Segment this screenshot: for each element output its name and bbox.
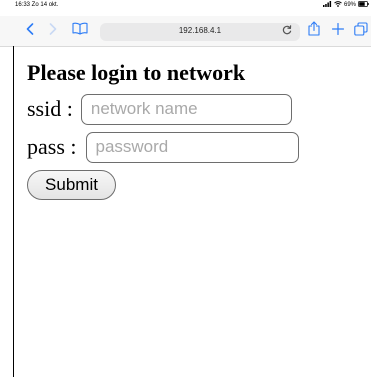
browser-toolbar: 192.168.4.1 [0,16,371,47]
tabs-icon [354,21,368,41]
new-tab-icon [331,22,345,40]
page-left-border [13,46,14,377]
ssid-label: ssid : [27,96,73,121]
battery-icon [358,1,369,9]
reload-button[interactable] [280,16,294,46]
wifi-icon [334,1,342,9]
reload-icon [282,22,292,40]
bookmarks-button[interactable] [70,16,90,46]
ssid-row: ssid : [27,92,367,126]
bookmarks-icon [72,22,88,40]
login-form: Please login to network ssid : pass : Su… [27,58,367,200]
ssid-input[interactable] [80,93,292,125]
new-tab-button[interactable] [330,16,346,46]
pass-row: pass : [27,130,367,164]
password-input[interactable] [85,131,299,163]
forward-icon [49,22,57,40]
page-heading: Please login to network [27,60,246,85]
status-time-date: 16:33 Zo 14 okt. [15,2,59,8]
status-indicators: 69% [322,1,369,9]
share-button[interactable] [306,16,322,46]
status-bar: 16:33 Zo 14 okt. 69% [0,0,371,16]
forward-button[interactable] [45,16,61,46]
signal-icon [322,1,332,9]
browser-window: 16:33 Zo 14 okt. 69% 192.168.4.1 Please … [0,0,371,377]
address-url: 192.168.4.1 [178,26,222,35]
submit-button[interactable]: Submit [27,170,116,200]
battery-percent: 69% [343,2,356,8]
share-icon [308,21,320,41]
back-icon [26,22,34,40]
pass-label: pass : [27,134,77,159]
address-bar[interactable]: 192.168.4.1 [100,23,300,41]
tabs-button[interactable] [352,16,370,46]
back-button[interactable] [22,16,38,46]
